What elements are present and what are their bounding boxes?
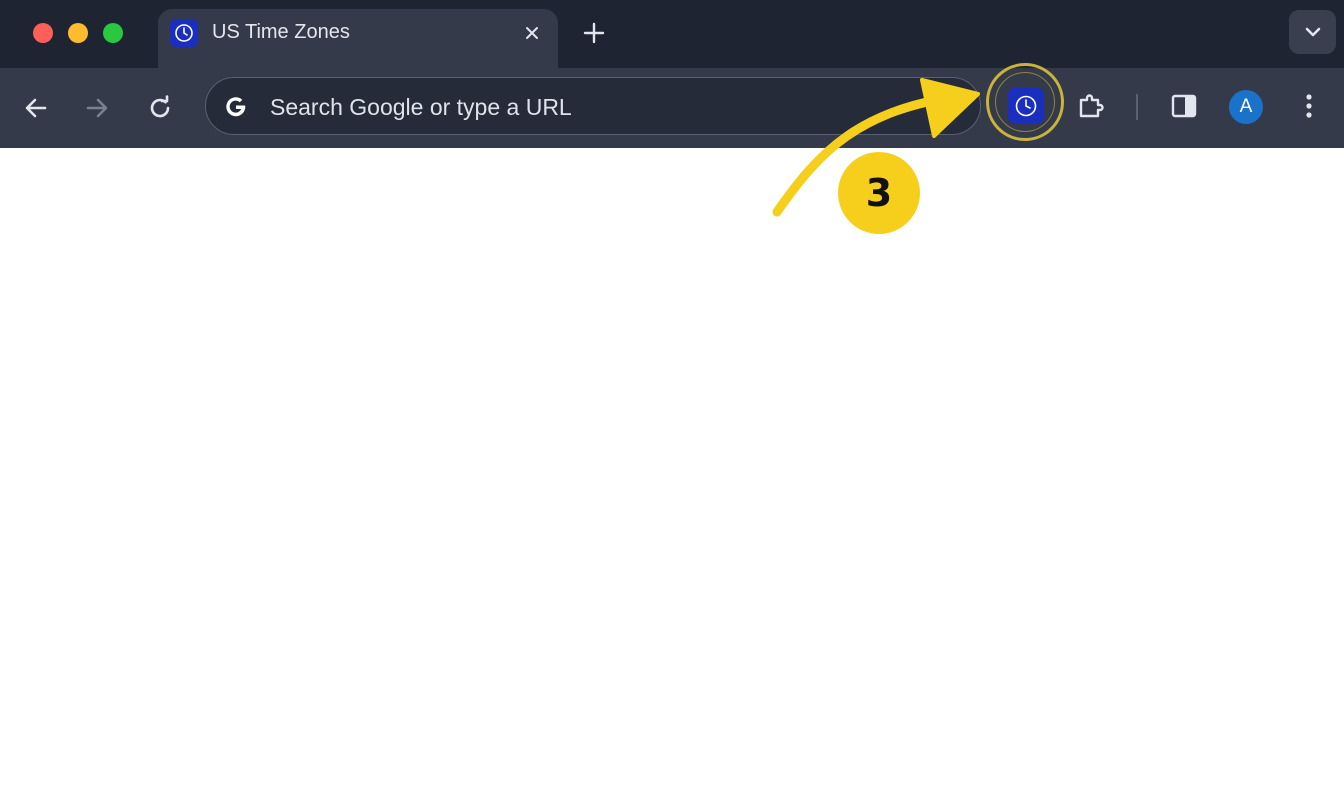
clock-icon xyxy=(1014,94,1038,118)
toolbar xyxy=(0,68,1344,148)
window-close-button[interactable] xyxy=(33,23,53,43)
tab-close-icon[interactable] xyxy=(518,19,546,47)
tab-strip: US Time Zones xyxy=(0,0,1344,68)
tab-us-time-zones[interactable]: US Time Zones xyxy=(158,9,558,68)
arrow-right-icon[interactable] xyxy=(79,90,115,126)
extension-button[interactable] xyxy=(1008,88,1044,124)
clock-icon xyxy=(170,19,198,47)
google-g-icon xyxy=(222,93,250,121)
window-minimize-button[interactable] xyxy=(68,23,88,43)
reload-icon[interactable] xyxy=(142,90,178,126)
toolbar-divider xyxy=(1136,94,1138,120)
window-maximize-button[interactable] xyxy=(103,23,123,43)
omnibox[interactable] xyxy=(205,77,981,136)
step-number-badge: 3 xyxy=(838,152,920,234)
tab-title: US Time Zones xyxy=(212,21,350,43)
address-bar-input[interactable] xyxy=(268,78,962,136)
puzzle-icon[interactable] xyxy=(1073,88,1109,124)
kebab-menu-icon[interactable] xyxy=(1292,88,1326,124)
chevron-down-icon[interactable] xyxy=(1289,10,1336,54)
arrow-left-icon[interactable] xyxy=(18,90,54,126)
avatar[interactable]: A xyxy=(1229,90,1263,124)
page-content xyxy=(0,148,1344,796)
side-panel-icon[interactable] xyxy=(1166,88,1202,124)
plus-icon[interactable] xyxy=(579,18,609,48)
